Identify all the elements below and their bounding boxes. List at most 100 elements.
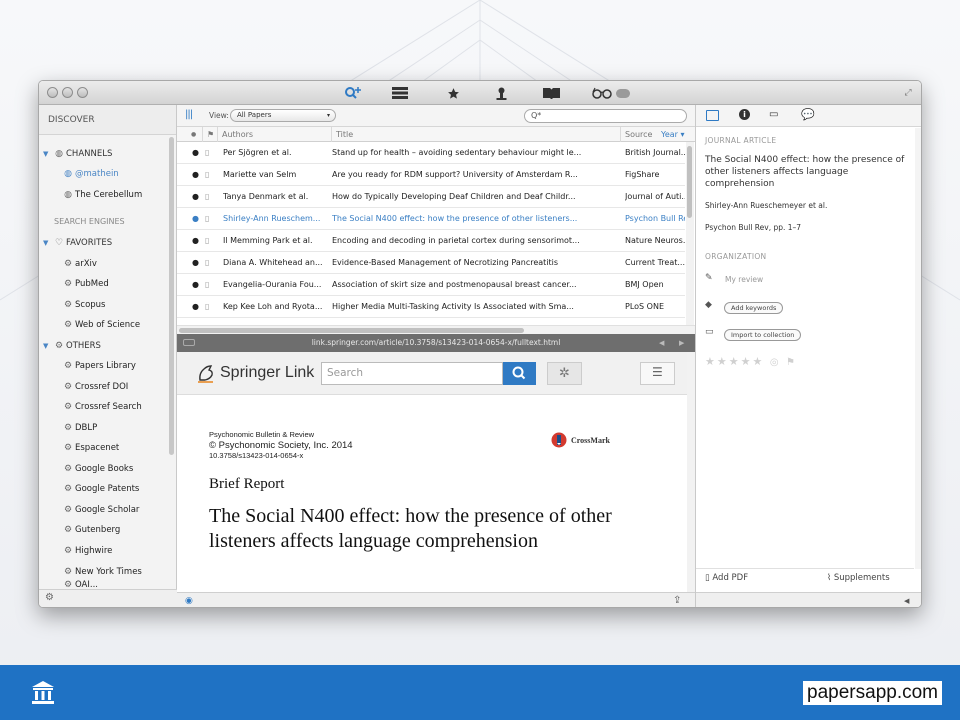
fullscreen-icon[interactable]: ⤢: [901, 84, 915, 102]
sidebar-item-other[interactable]: ⚙ Crossref DOI: [61, 377, 128, 397]
scroll-thumb[interactable]: [687, 146, 692, 218]
springer-logo[interactable]: Springer Link: [197, 362, 314, 384]
sidebar-item-channel[interactable]: ◍ @mathein: [61, 164, 119, 184]
gear-icon: ✲: [559, 366, 570, 381]
view-select[interactable]: All Papers ▾: [230, 109, 336, 122]
springer-menu-button[interactable]: ☰: [640, 362, 675, 385]
eye-icon[interactable]: ◉: [185, 596, 193, 606]
search-icon: [512, 366, 526, 380]
sidebar-item-favorite[interactable]: ⚙ Scopus: [61, 295, 106, 315]
back-arrow-icon[interactable]: ◀: [659, 334, 664, 352]
springer-header: Springer Link Search ✲ ☰: [177, 352, 687, 395]
dot-column-header[interactable]: ●: [187, 127, 196, 142]
globe-icon: ◍: [64, 190, 72, 200]
table-horizontal-scrollbar[interactable]: [177, 325, 695, 334]
search-add-icon[interactable]: [342, 84, 364, 102]
papersapp-url[interactable]: papersapp.com: [803, 681, 942, 705]
table-row-selected[interactable]: ● ▯ Shirley-Ann Rueschem... The Social N4…: [177, 208, 685, 230]
chevron-down-icon[interactable]: ▼: [43, 336, 52, 356]
document-icon: ▯: [205, 192, 210, 201]
source-column-header[interactable]: Source: [620, 127, 697, 142]
info-icon[interactable]: i: [739, 109, 750, 120]
star-icon[interactable]: [443, 84, 463, 102]
sidebar-item-other[interactable]: ⚙ Gutenberg: [61, 520, 120, 540]
chevron-down-icon[interactable]: ▼: [43, 233, 52, 253]
zoom-window-button[interactable]: [77, 87, 88, 98]
supplements-button[interactable]: ⌇ Supplements: [827, 573, 890, 583]
columns-icon[interactable]: |||: [185, 109, 193, 120]
sidebar-section-channels[interactable]: ▼ ◍ CHANNELS: [43, 144, 112, 164]
center-footer: ◉ ⇪: [177, 592, 695, 607]
import-collection-button[interactable]: Import to collection: [724, 329, 802, 341]
sidebar-item-favorite[interactable]: ⚙ Web of Science: [61, 315, 140, 335]
sidebar-item-favorite[interactable]: ⚙ PubMed: [61, 274, 109, 294]
table-row[interactable]: ● ▯ Kep Kee Loh and Ryota... Higher Media…: [177, 296, 685, 318]
flag-icon[interactable]: ⚑: [786, 357, 797, 368]
sidebar-item-other[interactable]: ⚙ Papers Library: [61, 356, 136, 376]
circle-icon[interactable]: ◎: [770, 357, 781, 368]
rating-stars[interactable]: ★★★★★ ◎ ⚑: [705, 355, 797, 368]
crossmark-badge[interactable]: CrossMark: [551, 432, 610, 448]
scroll-thumb[interactable]: [179, 328, 524, 333]
table-row[interactable]: ● ▯ Per Sjögren et al. Stand up for healt…: [177, 142, 685, 164]
inspector-title[interactable]: The Social N400 effect: how the presence…: [705, 154, 910, 190]
center-pane: ||| View: All Papers ▾ Q* ● ⚑ Authors Ti…: [177, 105, 698, 607]
collapse-arrow-icon[interactable]: ◀: [904, 597, 909, 605]
minimize-window-button[interactable]: [62, 87, 73, 98]
chat-icon[interactable]: 💬: [801, 108, 815, 121]
forward-arrow-icon[interactable]: ▶: [679, 334, 684, 352]
briefcase-icon[interactable]: ▭: [769, 109, 778, 120]
library-search-input[interactable]: Q*: [524, 109, 687, 123]
table-row[interactable]: ● ▯ Diana A. Whitehead an... Evidence-Bas…: [177, 252, 685, 274]
share-icon[interactable]: ⇪: [673, 595, 681, 606]
table-row[interactable]: ● ▯ Mariette van Selm Are you ready for R…: [177, 164, 685, 186]
settings-gear-icon[interactable]: ⚙: [45, 592, 54, 603]
sidebar-item-other[interactable]: ⚙ DBLP: [61, 418, 97, 438]
inspector-scrollbar[interactable]: [915, 128, 921, 569]
table-vertical-scrollbar[interactable]: [686, 142, 694, 325]
sidebar-section-favorites[interactable]: ▼ ♡ FAVORITES: [43, 233, 112, 253]
page-url[interactable]: link.springer.com/article/10.3758/s13423…: [177, 334, 695, 352]
plugin-icon: ⚙: [63, 320, 73, 330]
chevron-down-icon[interactable]: ▼: [43, 144, 52, 164]
crossmark-icon: [551, 432, 567, 448]
springer-search-button[interactable]: [503, 362, 536, 385]
library-icon[interactable]: [389, 84, 411, 102]
web-scrollbar[interactable]: [687, 352, 695, 593]
inspector-citation[interactable]: Psychon Bull Rev, pp. 1–7: [705, 223, 801, 232]
sidebar-item-other[interactable]: ⚙ Espacenet: [61, 438, 119, 458]
sidebar-item-other[interactable]: ⚙ Google Patents: [61, 479, 139, 499]
glasses-icon[interactable]: [588, 84, 634, 102]
sidebar-scrollbar[interactable]: [169, 137, 174, 455]
book-icon[interactable]: [540, 84, 562, 102]
document-icon: ▯: [205, 214, 210, 223]
person-icon[interactable]: [491, 84, 511, 102]
table-row[interactable]: ● ▯ Evangelia-Ourania Fou... Association …: [177, 274, 685, 296]
table-row[interactable]: ● ▯ Il Memming Park et al. Encoding and d…: [177, 230, 685, 252]
doi-line[interactable]: 10.3758/s13423-014-0654-x: [209, 451, 679, 461]
sidebar-section-others[interactable]: ▼ ⚙ OTHERS: [43, 336, 101, 356]
sidebar-item-other[interactable]: ⚙ Google Scholar: [61, 500, 139, 520]
sidebar-item-other[interactable]: ⚙ Highwire: [61, 541, 112, 561]
sidebar-item-channel[interactable]: ◍ The Cerebellum: [61, 185, 142, 205]
inspector-authors[interactable]: Shirley-Ann Rueschemeyer et al.: [705, 201, 827, 210]
sidebar-item-other[interactable]: ⚙ Crossref Search: [61, 397, 142, 417]
flag-column-header[interactable]: ⚑: [202, 127, 214, 142]
title-column-header[interactable]: Title: [331, 127, 620, 142]
my-review-field[interactable]: My review: [725, 275, 763, 284]
springer-settings-button[interactable]: ✲: [547, 362, 582, 385]
close-window-button[interactable]: [47, 87, 58, 98]
info-card-icon[interactable]: [706, 110, 719, 121]
add-keywords-button[interactable]: Add keywords: [724, 302, 784, 314]
table-row[interactable]: ● ▯ Tanya Denmark et al. How do Typically…: [177, 186, 685, 208]
authors-column-header[interactable]: Authors: [217, 127, 331, 142]
sidebar-item-other[interactable]: ⚙ New York Times: [61, 562, 142, 582]
springer-search-input[interactable]: Search: [321, 362, 503, 385]
pin-icon: ✎: [705, 273, 713, 283]
add-pdf-button[interactable]: ▯ Add PDF: [705, 573, 748, 583]
year-column-header[interactable]: Year ▾: [661, 127, 685, 142]
document-icon: ▯: [205, 258, 210, 267]
section-organization: ORGANIZATION: [705, 252, 767, 261]
sidebar-item-other[interactable]: ⚙ Google Books: [61, 459, 133, 479]
sidebar-item-favorite[interactable]: ⚙ arXiv: [61, 254, 97, 274]
